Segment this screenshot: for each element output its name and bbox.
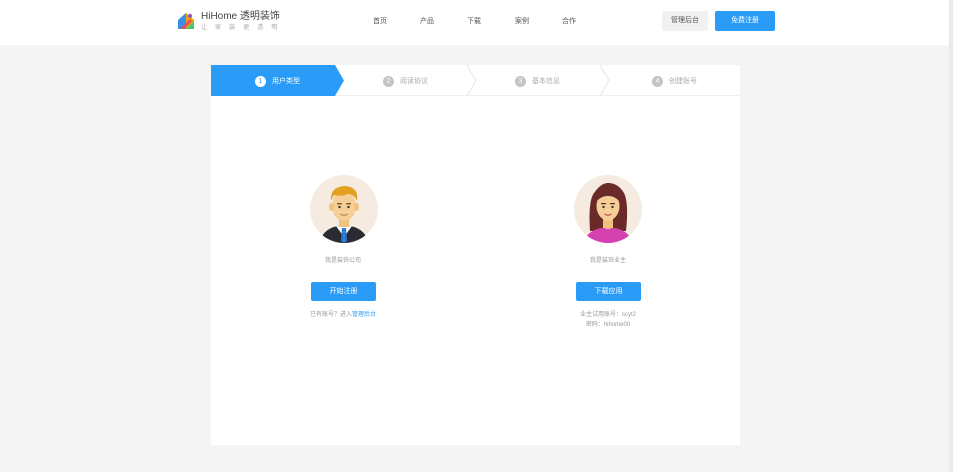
step-number: 2 (383, 75, 394, 87)
owner-role-text: 我是装饰业主 (589, 258, 626, 264)
page-scrollbar[interactable] (949, 0, 953, 472)
step-number: 4 (652, 75, 663, 87)
owner-trial-account: 业主试用账号：scyt2 (579, 312, 636, 318)
step-read-agreement: 2 阅读协议 (383, 74, 428, 88)
company-role-text: 我是装饰公司 (324, 258, 361, 264)
nav-item-download[interactable]: 下载 (467, 17, 481, 27)
start-register-button[interactable]: 开始注册 (311, 282, 376, 301)
download-app-button[interactable]: 下载应用 (576, 282, 641, 301)
owner-trial-password: 密码：hihome00 (585, 322, 631, 328)
free-register-button[interactable]: 免费注册 (715, 11, 775, 31)
step-number: 1 (255, 75, 266, 87)
owner-avatar (574, 175, 642, 243)
step-progress-bar: 1 用户类型 2 阅读协议 3 基本信息 4 创建账号 (211, 65, 740, 96)
login-note-prefix: 已有账号？进入 (309, 312, 352, 318)
woman-avatar-icon (574, 175, 642, 243)
step-label: 创建账号 (669, 78, 697, 85)
nav-item-products[interactable]: 产品 (420, 17, 434, 27)
nav-item-cases[interactable]: 案例 (515, 17, 529, 27)
step-label: 基本信息 (532, 78, 560, 85)
main-nav: 首页 产品 下载 案例 合作 (0, 17, 953, 29)
company-avatar (310, 175, 378, 243)
nav-item-home[interactable]: 首页 (373, 17, 387, 27)
businessman-avatar-icon (310, 175, 378, 243)
step-label: 阅读协议 (400, 78, 428, 85)
top-navbar: HiHome 透明装饰 让 家 装 更 透 明 首页 产品 下载 案例 合作 管… (0, 0, 953, 45)
nav-item-cooperation[interactable]: 合作 (562, 17, 576, 27)
registration-card: 1 用户类型 2 阅读协议 3 基本信息 4 创建账号 我是装饰公司 开始注册 … (211, 65, 740, 445)
step-create-account: 4 创建账号 (652, 74, 697, 88)
admin-link[interactable]: 管理后台 (352, 312, 376, 318)
step-user-type: 1 用户类型 (255, 74, 300, 88)
step-basic-info: 3 基本信息 (515, 74, 560, 88)
admin-button[interactable]: 管理后台 (662, 11, 708, 31)
step-number: 3 (515, 75, 526, 87)
step-label: 用户类型 (272, 78, 300, 85)
company-login-note: 已有账号？进入管理后台 (263, 310, 423, 320)
